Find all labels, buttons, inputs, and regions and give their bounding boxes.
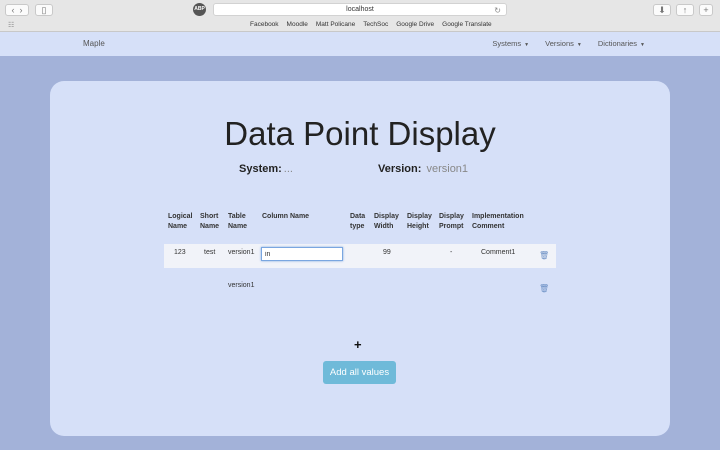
system-value: ... bbox=[283, 163, 293, 175]
nav-menu-versions[interactable]: Versions ▼ bbox=[545, 39, 582, 48]
caret-down-icon: ▼ bbox=[640, 42, 645, 48]
share-button[interactable]: ↑ bbox=[676, 4, 694, 16]
cell-short-name: test bbox=[204, 249, 216, 256]
app-navbar: Maple Systems ▼ Versions ▼ Dictionaries ▼ bbox=[0, 32, 720, 56]
cell-display-width: 99 bbox=[383, 249, 391, 256]
header-data-type: Data type bbox=[350, 212, 365, 232]
header-column-name: Column Name bbox=[262, 212, 309, 222]
address-bar[interactable]: localhost ↻ bbox=[213, 3, 507, 16]
header-line: Short bbox=[200, 213, 219, 220]
system-label: System: bbox=[239, 163, 282, 175]
nav-menus: Systems ▼ Versions ▼ Dictionaries ▼ bbox=[492, 39, 645, 48]
caret-down-icon: ▼ bbox=[524, 42, 530, 48]
grid-icon[interactable]: ☷ bbox=[8, 21, 14, 29]
header-line: Display bbox=[407, 213, 432, 220]
version-info: Version: version1 bbox=[378, 163, 468, 175]
share-icon: ↑ bbox=[682, 4, 688, 15]
header-line: Column Name bbox=[262, 213, 310, 220]
header-line: Display bbox=[439, 213, 464, 220]
header-display-prompt: Display Prompt bbox=[439, 212, 464, 232]
header-display-width: Display Width bbox=[374, 212, 399, 232]
cell-display-prompt: - bbox=[450, 249, 453, 256]
trash-icon[interactable]: 🗑 bbox=[539, 251, 549, 260]
privacy-shield-icon[interactable]: ABP bbox=[193, 3, 206, 16]
header-table-name: Table Name bbox=[228, 212, 247, 232]
header-line: Implementation bbox=[472, 213, 524, 220]
url-text: localhost bbox=[346, 6, 374, 13]
header-line: Logical bbox=[168, 213, 193, 220]
version-label: Version: bbox=[378, 163, 422, 175]
downloads-button[interactable]: ⬇ bbox=[653, 4, 671, 16]
nav-menu-label: Systems bbox=[492, 39, 522, 48]
main-card: Data Point Display System:... Version: v… bbox=[50, 81, 670, 436]
reload-icon[interactable]: ↻ bbox=[494, 5, 501, 17]
sidebar-icon: ▯ bbox=[41, 4, 47, 15]
back-icon[interactable]: ‹ bbox=[11, 5, 14, 15]
header-line: Width bbox=[374, 223, 394, 230]
table-row bbox=[164, 244, 556, 268]
header-line: Name bbox=[168, 223, 188, 230]
cell-table-name: version1 bbox=[228, 249, 255, 256]
nav-menu-dictionaries[interactable]: Dictionaries ▼ bbox=[598, 39, 645, 48]
version-value: version1 bbox=[426, 163, 469, 175]
cell-logical-name: 123 bbox=[174, 249, 186, 256]
bookmark-item[interactable]: Google Drive bbox=[396, 21, 434, 28]
header-line: Name bbox=[228, 223, 248, 230]
brand-link[interactable]: Maple bbox=[83, 39, 105, 48]
header-short-name: Short Name bbox=[200, 212, 219, 232]
header-line: Display bbox=[374, 213, 399, 220]
back-forward-buttons[interactable]: ‹ › bbox=[5, 4, 29, 16]
browser-chrome: ‹ › ▯ ABP localhost ↻ ⬇ ↑ + ☷ Facebook Mo… bbox=[0, 0, 720, 32]
bookmark-item[interactable]: Moodle bbox=[287, 21, 308, 28]
header-line: Prompt bbox=[439, 223, 464, 230]
caret-down-icon: ▼ bbox=[576, 42, 582, 48]
add-all-values-button[interactable]: Add all values bbox=[323, 361, 396, 384]
header-implementation-comment: Implementation Comment bbox=[472, 212, 524, 232]
header-line: Comment bbox=[472, 223, 505, 230]
cell-implementation-comment: Comment1 bbox=[481, 249, 516, 256]
column-name-input[interactable] bbox=[261, 247, 343, 261]
add-row-button[interactable]: + bbox=[354, 337, 362, 352]
system-info: System:... bbox=[239, 163, 293, 175]
header-display-height: Display Height bbox=[407, 212, 432, 232]
bookmark-list: Facebook Moodle Matt Policane TechSoc Google… bbox=[250, 21, 492, 28]
bookmarks-bar: ☷ Facebook Moodle Matt Policane TechSoc Goog… bbox=[0, 19, 720, 31]
header-logical-name: Logical Name bbox=[168, 212, 193, 232]
nav-menu-systems[interactable]: Systems ▼ bbox=[492, 39, 529, 48]
bookmark-item[interactable]: Facebook bbox=[250, 21, 279, 28]
bookmark-item[interactable]: TechSoc bbox=[363, 21, 388, 28]
cell-table-name: version1 bbox=[228, 282, 255, 289]
trash-icon[interactable]: 🗑 bbox=[539, 284, 549, 293]
header-line: Data bbox=[350, 213, 366, 220]
plus-icon: + bbox=[703, 4, 709, 15]
bookmark-item[interactable]: Google Translate bbox=[442, 21, 492, 28]
download-icon: ⬇ bbox=[658, 4, 666, 15]
forward-icon[interactable]: › bbox=[20, 5, 23, 15]
page-title: Data Point Display bbox=[224, 115, 496, 152]
header-line: Name bbox=[200, 223, 220, 230]
header-line: Table bbox=[228, 213, 246, 220]
sidebar-toggle-button[interactable]: ▯ bbox=[35, 4, 53, 16]
bookmark-item[interactable]: Matt Policane bbox=[316, 21, 355, 28]
nav-menu-label: Versions bbox=[545, 39, 574, 48]
header-line: Height bbox=[407, 223, 429, 230]
new-tab-button[interactable]: + bbox=[699, 4, 713, 16]
nav-menu-label: Dictionaries bbox=[597, 39, 638, 48]
header-line: type bbox=[350, 223, 365, 230]
